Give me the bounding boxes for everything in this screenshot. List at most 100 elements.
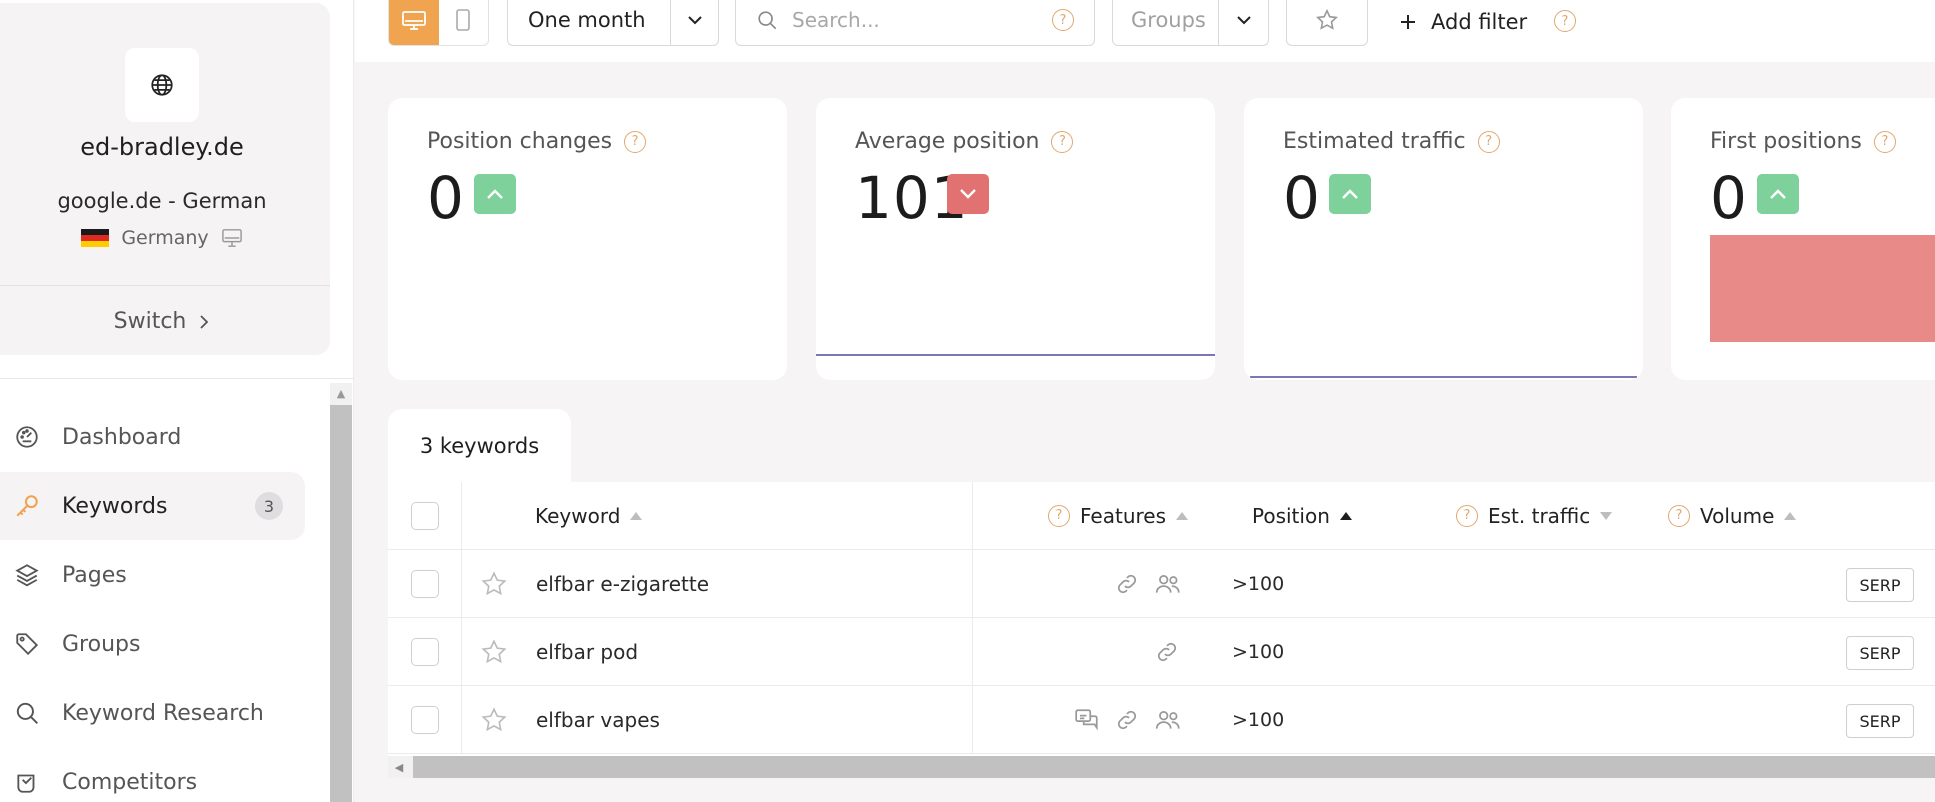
scroll-left-arrow-icon[interactable]: ◀: [388, 756, 410, 778]
position-value: >100: [1232, 640, 1285, 663]
first-positions-card: First positions ? 0: [1671, 98, 1935, 380]
column-label: Features: [1080, 503, 1166, 528]
row-checkbox[interactable]: [410, 569, 439, 598]
help-icon[interactable]: ?: [1051, 130, 1074, 153]
table-horizontal-scrollbar[interactable]: ◀: [388, 756, 1935, 778]
mobile-phone-icon: [456, 9, 471, 31]
switch-button[interactable]: Switch: [0, 309, 324, 334]
keywords-table: Keyword ? Features Position ? Est. traff…: [388, 482, 1935, 756]
period-dropdown-button[interactable]: [670, 0, 718, 45]
help-icon[interactable]: ?: [1477, 130, 1500, 153]
search-box: ?: [735, 0, 1095, 46]
row-checkbox[interactable]: [410, 637, 439, 666]
sidebar: ed-bradley.de google.de - German Germany…: [0, 0, 354, 802]
star-icon[interactable]: [480, 638, 508, 666]
groups-select[interactable]: Groups: [1112, 0, 1269, 46]
favorites-filter-button[interactable]: [1286, 0, 1368, 46]
sort-arrow-icon: [1600, 511, 1613, 520]
help-icon[interactable]: ?: [1456, 504, 1478, 527]
search-help-icon[interactable]: ?: [1052, 9, 1074, 31]
layers-icon: [15, 564, 39, 587]
mobile-view-button[interactable]: [439, 0, 489, 45]
first-positions-bar: [1710, 235, 1935, 342]
nav-label: Keyword Research: [62, 700, 264, 726]
link-icon: [1117, 574, 1137, 593]
nav-item-keyword-research[interactable]: Keyword Research: [0, 679, 305, 747]
sort-arrow-active-icon: [1339, 511, 1352, 520]
sidebar-scrollbar[interactable]: ▲: [330, 383, 352, 802]
nav-item-dashboard[interactable]: Dashboard: [0, 403, 305, 471]
help-icon[interactable]: ?: [1873, 130, 1896, 153]
scroll-thumb[interactable]: [413, 756, 1935, 778]
column-label: Est. traffic: [1488, 503, 1591, 528]
keywords-tab[interactable]: 3 keywords: [388, 409, 571, 483]
divider: [0, 378, 354, 379]
chevron-down-icon: [1236, 16, 1251, 25]
people-icon: [1155, 710, 1180, 729]
serp-button[interactable]: SERP: [1846, 568, 1914, 602]
serp-button[interactable]: SERP: [1846, 704, 1914, 738]
device-toggle: [388, 0, 489, 46]
keywords-count-badge: 3: [255, 492, 283, 520]
column-header-est-traffic[interactable]: ? Est. traffic: [1456, 482, 1613, 549]
column-separator: [972, 686, 973, 753]
trend-down-badge: [947, 174, 989, 214]
site-favicon: [125, 48, 199, 122]
scroll-thumb[interactable]: [330, 405, 352, 802]
desktop-view-button[interactable]: [389, 0, 439, 45]
nav-item-groups[interactable]: Groups: [0, 610, 305, 678]
help-icon[interactable]: ?: [1668, 504, 1690, 527]
switch-label: Switch: [113, 309, 187, 334]
sort-arrow-icon: [1176, 511, 1188, 520]
card-value: 0: [1283, 164, 1321, 232]
people-icon: [1155, 574, 1180, 593]
groups-dropdown-button[interactable]: [1218, 0, 1268, 45]
nav-item-competitors[interactable]: Competitors: [0, 748, 305, 802]
plus-icon: [1401, 15, 1415, 29]
keyword-text[interactable]: elfbar vapes: [536, 686, 660, 753]
site-name: ed-bradley.de: [80, 133, 244, 161]
column-label: Keyword: [535, 503, 621, 528]
row-checkbox[interactable]: [410, 705, 439, 734]
search-input[interactable]: [792, 8, 1032, 32]
chevron-up-icon: [1770, 189, 1786, 199]
column-header-position[interactable]: Position: [1252, 482, 1352, 549]
sort-arrow-icon: [630, 511, 643, 520]
column-header-keyword[interactable]: Keyword: [535, 482, 643, 549]
add-filter-button[interactable]: Add filter: [1399, 0, 1527, 44]
row-check-cell: [388, 686, 462, 753]
card-title: Estimated traffic ?: [1283, 129, 1500, 154]
help-icon[interactable]: ?: [624, 130, 647, 153]
column-header-features[interactable]: ? Features: [1048, 482, 1188, 549]
select-all-checkbox[interactable]: [410, 501, 439, 530]
nav-item-pages[interactable]: Pages: [0, 541, 305, 609]
keyword-text[interactable]: elfbar pod: [536, 618, 638, 685]
filter-help-icon[interactable]: ?: [1554, 10, 1576, 32]
scroll-up-arrow-icon[interactable]: ▲: [330, 383, 352, 403]
germany-flag-icon: [81, 229, 110, 247]
period-value: One month: [528, 8, 646, 32]
serp-button[interactable]: SERP: [1846, 636, 1914, 670]
star-icon[interactable]: [480, 570, 508, 598]
column-separator: [972, 482, 973, 549]
column-header-volume[interactable]: ? Volume: [1668, 482, 1797, 549]
reviews-icon: [1075, 708, 1098, 730]
card-title-text: Average position: [855, 129, 1040, 154]
country-label: Germany: [121, 227, 209, 249]
table-row: elfbar e-zigarette >100 SERP: [388, 550, 1935, 618]
star-icon: [1316, 8, 1338, 30]
trend-up-badge: [474, 174, 516, 214]
table-header-row: Keyword ? Features Position ? Est. traff…: [388, 482, 1935, 550]
keyword-text[interactable]: elfbar e-zigarette: [536, 550, 709, 617]
nav-item-keywords[interactable]: Keywords 3: [0, 472, 305, 540]
star-icon[interactable]: [480, 706, 508, 734]
desktop-icon: [401, 11, 426, 30]
help-icon[interactable]: ?: [1048, 504, 1070, 527]
toolbar: One month ? Groups Add filter ?: [355, 0, 1935, 62]
trend-line: [1250, 376, 1637, 378]
period-select[interactable]: One month: [507, 0, 719, 46]
card-title-text: Position changes: [427, 129, 613, 154]
average-position-card: Average position ? 101: [816, 98, 1215, 380]
key-icon: [16, 495, 38, 517]
search-icon: [16, 702, 38, 724]
